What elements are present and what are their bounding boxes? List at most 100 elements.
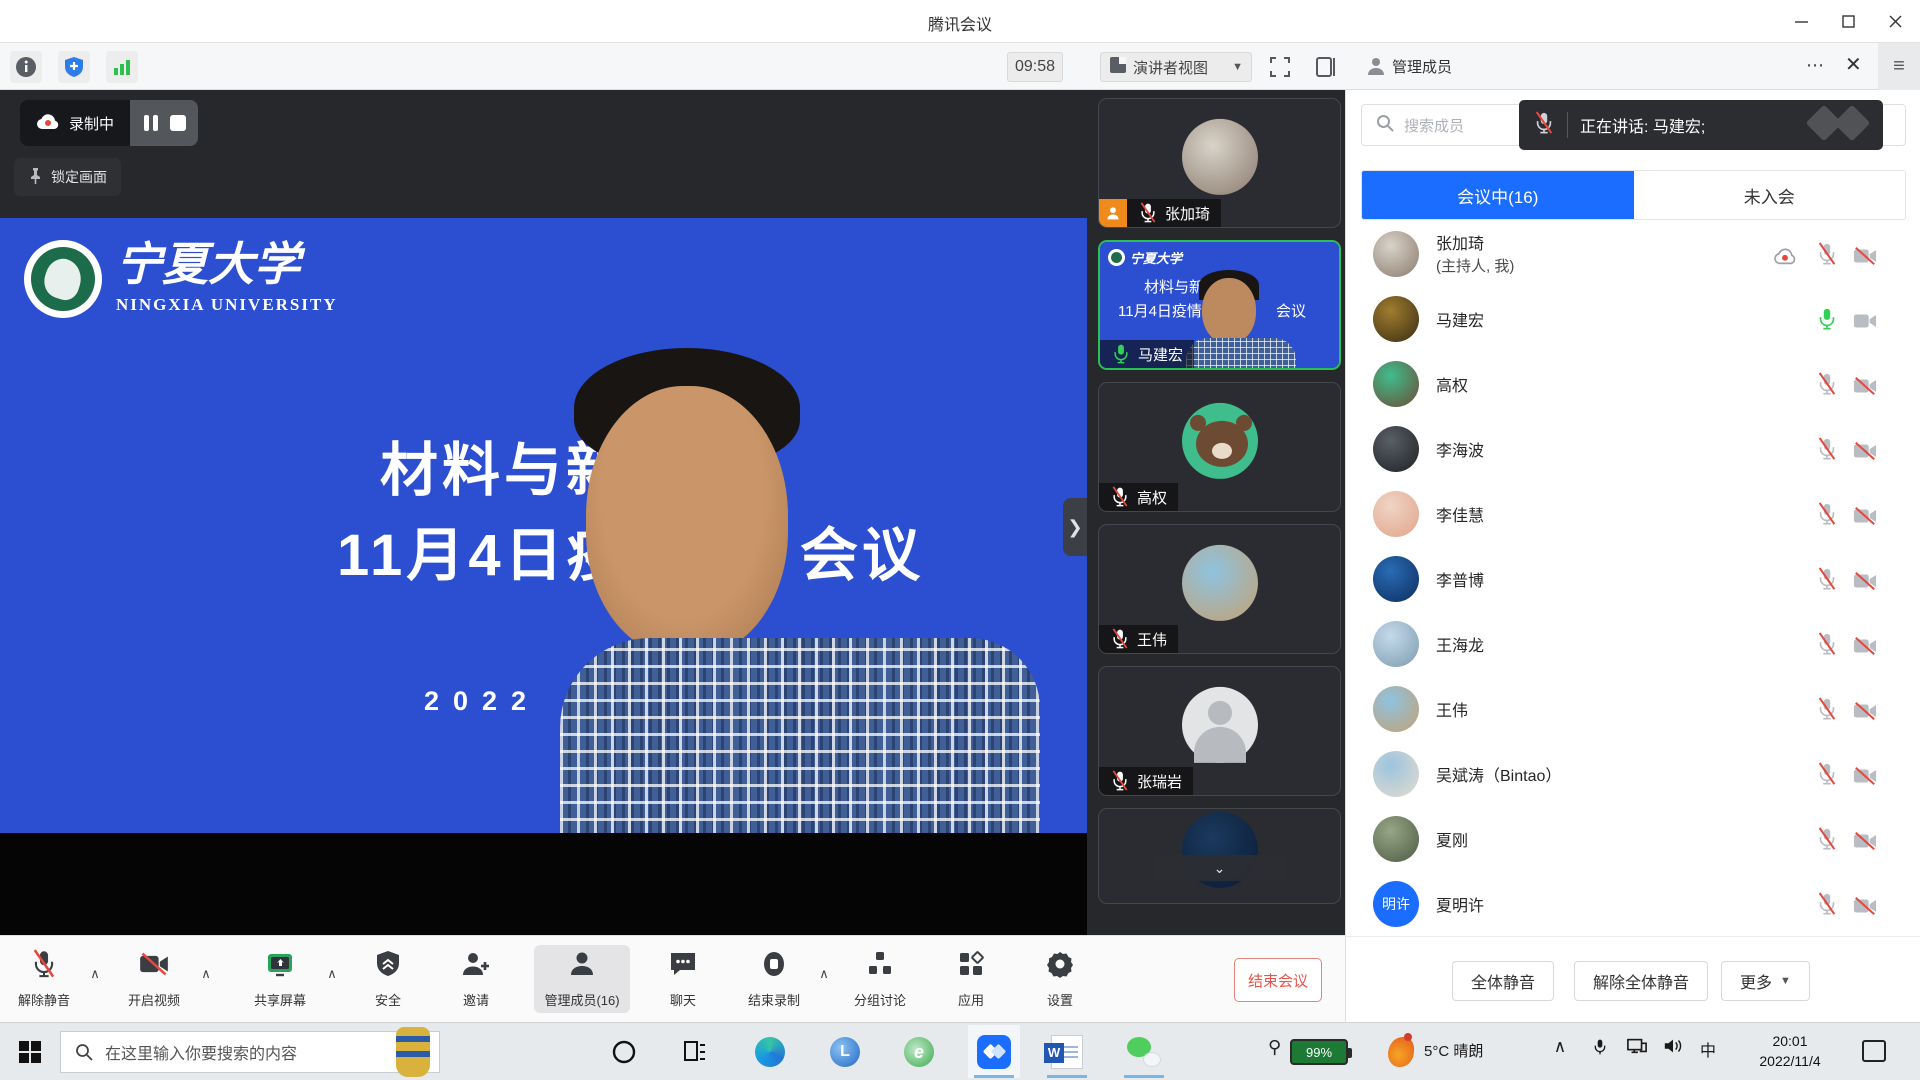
tray-mic-icon[interactable] <box>1592 1037 1608 1062</box>
camera-muted-button[interactable] <box>1853 829 1879 849</box>
panel-more-button[interactable]: ⋯ <box>1806 55 1825 76</box>
camera-on-button[interactable] <box>1853 309 1879 329</box>
mic-muted-button[interactable] <box>1815 762 1837 786</box>
camera-muted-button[interactable] <box>1853 894 1879 914</box>
mic-muted-button[interactable] <box>1815 892 1837 916</box>
taskbar-clock[interactable]: 20:01 2022/11/4 <box>1744 1031 1836 1071</box>
toolbar-security-button[interactable]: 安全 <box>340 945 436 1013</box>
mic-on-button[interactable] <box>1815 307 1837 331</box>
stop-recording-button[interactable] <box>170 115 186 131</box>
taskbar-search-input[interactable]: 在这里输入你要搜索的内容 <box>60 1031 440 1073</box>
main-speaker-video[interactable]: 宁夏大学 NINGXIA UNIVERSITY 材料与新能 11月4日疫情防 会… <box>0 218 1087 833</box>
mic-muted-button[interactable] <box>1815 502 1837 526</box>
mute-all-button[interactable]: 全体静音 <box>1452 961 1554 1001</box>
toolbar-screenshare-button[interactable]: 共享屏幕 <box>232 945 328 1013</box>
mic-muted-button[interactable] <box>1815 372 1837 396</box>
minimize-button[interactable] <box>1778 0 1825 42</box>
notification-center-icon[interactable] <box>1862 1040 1886 1062</box>
participant-name: 马建宏 <box>1138 344 1183 365</box>
expand-thumbnails-button[interactable]: ❯ <box>1063 498 1087 556</box>
member-row[interactable]: 明许 夏明许 <box>1346 872 1907 936</box>
toolbar-chat-button[interactable]: 聊天 <box>635 945 731 1013</box>
member-row[interactable]: 王海龙 <box>1346 612 1907 677</box>
video-thumbnail[interactable]: ⌄ <box>1098 808 1341 904</box>
wechat-app-icon[interactable] <box>1118 1025 1170 1078</box>
ime-indicator[interactable]: 中 <box>1700 1037 1716 1061</box>
chevron-up-icon[interactable]: ∧ <box>90 966 100 982</box>
tab-in-meeting[interactable]: 会议中(16) <box>1362 171 1634 219</box>
mic-muted-button[interactable] <box>1815 437 1837 461</box>
camera-muted-button[interactable] <box>1853 569 1879 589</box>
pharaoh-widget-icon[interactable] <box>396 1027 430 1077</box>
mic-muted-button[interactable] <box>1815 567 1837 591</box>
edge-browser-icon[interactable] <box>751 1033 789 1071</box>
task-view-icon[interactable] <box>676 1033 714 1071</box>
toolbar-cam-muted-button[interactable]: 开启视频 <box>106 945 202 1013</box>
camera-muted-button[interactable] <box>1853 504 1879 524</box>
camera-muted-button[interactable] <box>1853 244 1879 264</box>
maximize-button[interactable] <box>1825 0 1872 42</box>
tencent-meeting-app-icon[interactable] <box>968 1025 1020 1078</box>
fullscreen-button[interactable] <box>1266 53 1294 81</box>
network-signal-icon[interactable] <box>106 51 138 83</box>
camera-muted-button[interactable] <box>1853 374 1879 394</box>
mic-muted-button[interactable] <box>1815 827 1837 851</box>
tab-not-joined[interactable]: 未入会 <box>1634 171 1906 219</box>
panel-close-button[interactable]: ✕ <box>1845 52 1862 77</box>
toolbar-settings-button[interactable]: 设置 <box>1012 945 1108 1013</box>
toolbar-members-button[interactable]: 管理成员(16) <box>534 945 630 1013</box>
member-row[interactable]: 李佳慧 <box>1346 482 1907 547</box>
word-app-icon[interactable]: W <box>1041 1025 1093 1078</box>
tray-display-icon[interactable] <box>1627 1037 1647 1060</box>
meeting-info-icon[interactable] <box>10 51 42 83</box>
toolbar-apps-button[interactable]: 应用 <box>923 945 1019 1013</box>
chevron-up-icon[interactable]: ∧ <box>201 966 211 982</box>
video-thumbnail-张瑞岩[interactable]: 张瑞岩 <box>1098 666 1341 796</box>
lock-view-button[interactable]: 锁定画面 <box>14 158 121 196</box>
weather-icon[interactable] <box>1388 1037 1414 1067</box>
battery-indicator[interactable]: 99% <box>1290 1039 1348 1065</box>
side-panel-toggle-button[interactable] <box>1312 53 1340 81</box>
ie-browser-icon[interactable]: e <box>900 1033 938 1071</box>
pause-recording-button[interactable] <box>142 114 160 132</box>
chevron-up-icon[interactable]: ∧ <box>819 966 829 982</box>
cortana-icon[interactable] <box>605 1033 643 1071</box>
toolbar-breakout-button[interactable]: 分组讨论 <box>832 945 928 1013</box>
member-row[interactable]: 马建宏 <box>1346 287 1907 352</box>
camera-muted-button[interactable] <box>1853 439 1879 459</box>
toolbar-mic-muted-button[interactable]: 解除静音 <box>0 945 92 1013</box>
start-button[interactable] <box>0 1023 60 1080</box>
video-thumbnail-张加琦[interactable]: 张加琦 <box>1098 98 1341 228</box>
camera-muted-button[interactable] <box>1853 634 1879 654</box>
blue-app-icon[interactable]: L <box>826 1033 864 1071</box>
chevron-up-icon[interactable]: ∧ <box>327 966 337 982</box>
member-row[interactable]: 李海波 <box>1346 417 1907 482</box>
member-row[interactable]: 王伟 <box>1346 677 1907 742</box>
weather-text[interactable]: 5°C 晴朗 <box>1424 1040 1483 1061</box>
toolbar-stop-record-button[interactable]: 结束录制 <box>726 945 822 1013</box>
unmute-all-button[interactable]: 解除全体静音 <box>1574 961 1708 1001</box>
end-meeting-button[interactable]: 结束会议 <box>1234 958 1322 1002</box>
mic-muted-button[interactable] <box>1815 697 1837 721</box>
protection-shield-icon[interactable] <box>58 51 90 83</box>
mic-muted-button[interactable] <box>1815 242 1837 266</box>
member-row[interactable]: 吴斌涛（Bintao） <box>1346 742 1907 807</box>
tray-expand-chevron[interactable]: ∧ <box>1554 1037 1566 1057</box>
panel-menu-button[interactable]: ≡ <box>1878 43 1920 90</box>
video-thumbnail-高权[interactable]: 高权 <box>1098 382 1341 512</box>
camera-muted-button[interactable] <box>1853 764 1879 784</box>
close-window-button[interactable] <box>1872 0 1919 42</box>
video-thumbnail-马建宏[interactable]: 宁夏大学 材料与新11月4日疫情防会议 马建宏 <box>1098 240 1341 370</box>
mic-muted-button[interactable] <box>1815 632 1837 656</box>
member-row[interactable]: 高权 <box>1346 352 1907 417</box>
toolbar-invite-button[interactable]: 邀请 <box>428 945 524 1013</box>
tray-volume-icon[interactable] <box>1663 1037 1683 1060</box>
member-row[interactable]: 夏刚 <box>1346 807 1907 872</box>
camera-muted-button[interactable] <box>1853 699 1879 719</box>
more-participants-button[interactable]: ⌄ <box>1154 855 1286 881</box>
video-thumbnail-王伟[interactable]: 王伟 <box>1098 524 1341 654</box>
more-button[interactable]: 更多▼ <box>1721 961 1810 1001</box>
member-row[interactable]: 李普博 <box>1346 547 1907 612</box>
member-row[interactable]: 张加琦 (主持人, 我) <box>1346 222 1907 287</box>
view-mode-dropdown[interactable]: 演讲者视图 ▼ <box>1100 52 1252 82</box>
